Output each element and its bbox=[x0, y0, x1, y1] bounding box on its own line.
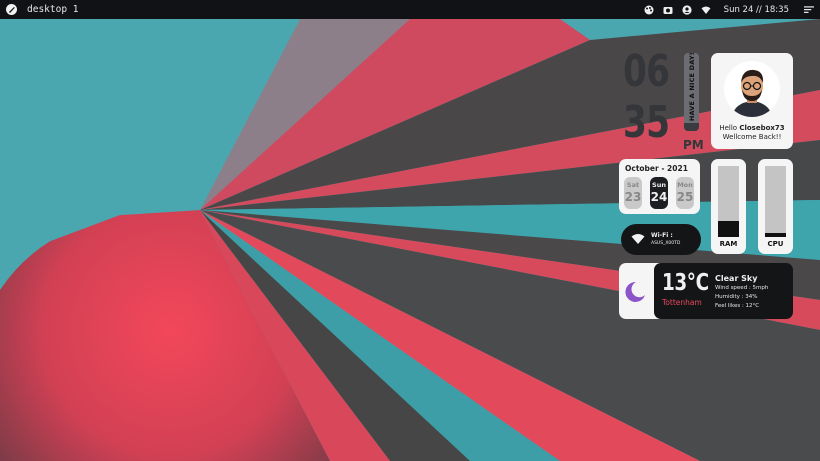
calendar-title: October - 2021 bbox=[625, 164, 688, 173]
day-date: 25 bbox=[676, 190, 694, 204]
topbar-clock[interactable]: Sun 24 // 18:35 bbox=[724, 5, 789, 15]
feels-like: Feel likes : 12°C bbox=[715, 303, 760, 309]
calendar-day-prev: Sat 23 bbox=[624, 177, 642, 209]
palette-icon[interactable] bbox=[644, 5, 654, 15]
workspace-label[interactable]: desktop 1 bbox=[27, 4, 78, 15]
day-date: 23 bbox=[624, 190, 642, 204]
ram-meter: RAM bbox=[711, 159, 746, 254]
cpu-bar-fill bbox=[765, 232, 786, 237]
greeting-text: Hello bbox=[719, 124, 738, 132]
ram-label: RAM bbox=[719, 240, 738, 248]
calendar-day-next: Mon 25 bbox=[676, 177, 694, 209]
cpu-label: CPU bbox=[767, 240, 784, 248]
wind-speed: Wind speed : 5mph bbox=[715, 285, 769, 291]
calendar-widget: October - 2021 Sat 23 Sun 24 Mon 25 bbox=[619, 159, 700, 214]
nice-day-banner: HAVE A NICE DAY!! bbox=[684, 53, 699, 131]
profile-card: Hello Closebox73 Wellcome Back!! bbox=[711, 53, 793, 149]
app-logo-icon[interactable] bbox=[6, 4, 17, 15]
nice-day-text: HAVE A NICE DAY!! bbox=[688, 53, 696, 122]
day-name: Sat bbox=[626, 181, 640, 189]
weather-condition: Clear Sky bbox=[715, 274, 758, 283]
weather-widget: 13°C Tottenham Clear Sky Wind speed : 5m… bbox=[619, 263, 793, 319]
cpu-bar bbox=[765, 166, 786, 237]
wifi-status-icon bbox=[631, 234, 645, 244]
cpu-meter: CPU bbox=[758, 159, 793, 254]
username: Closebox73 bbox=[739, 124, 785, 132]
calendar-day-today: Sun 24 bbox=[650, 177, 668, 209]
screenshot-icon[interactable] bbox=[663, 5, 673, 15]
clock-ampm: PM bbox=[683, 138, 704, 152]
avatar bbox=[724, 61, 780, 117]
greeting-line: Hello Closebox73 bbox=[711, 124, 793, 132]
menu-icon[interactable] bbox=[804, 5, 814, 15]
day-date: 24 bbox=[650, 190, 668, 204]
day-name: Sun bbox=[652, 181, 666, 189]
humidity: Humidity : 34% bbox=[715, 294, 758, 300]
day-name: Mon bbox=[677, 181, 693, 189]
weather-panel: 13°C Tottenham Clear Sky Wind speed : 5m… bbox=[654, 263, 793, 319]
clock-minute: 35 bbox=[623, 97, 670, 148]
moon-icon bbox=[625, 281, 645, 302]
clock-hour: 06 bbox=[623, 46, 670, 97]
wifi-widget[interactable]: Wi-Fi : ASUS_X00TD bbox=[621, 224, 701, 255]
ram-bar-fill bbox=[718, 221, 739, 237]
wifi-label: Wi-Fi : bbox=[651, 232, 673, 239]
user-icon[interactable] bbox=[682, 4, 692, 15]
top-bar: desktop 1 Sun 24 // 18:35 bbox=[0, 0, 820, 19]
welcome-text: Wellcome Back!! bbox=[722, 133, 782, 141]
wifi-ssid: ASUS_X00TD bbox=[651, 241, 681, 246]
ram-bar bbox=[718, 166, 739, 237]
temperature: 13°C bbox=[662, 270, 709, 296]
weather-city: Tottenham bbox=[662, 298, 702, 307]
wifi-icon[interactable] bbox=[701, 5, 711, 15]
